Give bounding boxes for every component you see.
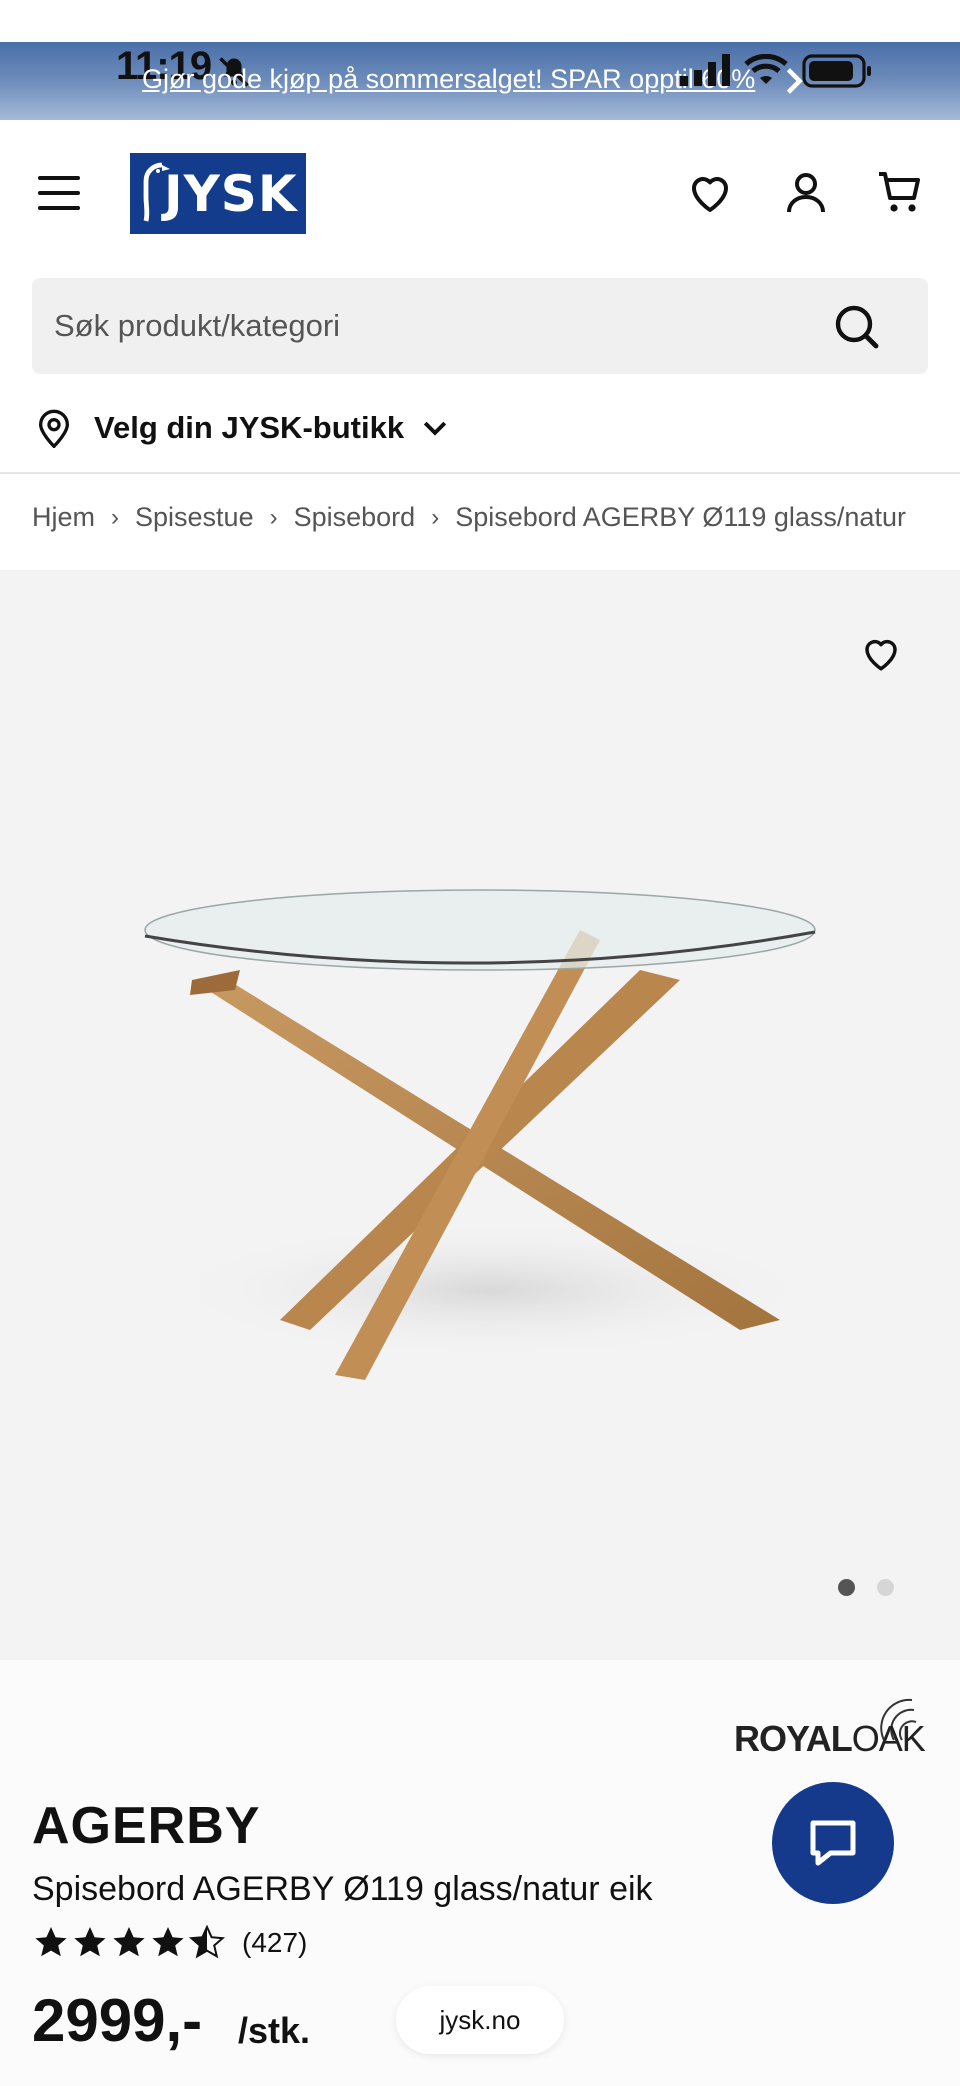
search-bar: [32, 278, 928, 374]
product-details: ROYALOAK AGERBY Spisebord AGERBY Ø119 gl…: [0, 1660, 960, 2086]
account-user-icon[interactable]: [782, 168, 830, 216]
jysk-logo[interactable]: JYSK: [130, 153, 306, 234]
search-input[interactable]: [54, 278, 814, 374]
wifi-icon: [744, 54, 788, 84]
breadcrumb-spisebord[interactable]: Spisebord: [294, 502, 416, 533]
breadcrumb-current: Spisebord AGERBY Ø119 glass/natur: [455, 502, 906, 532]
breadcrumb-separator: ›: [269, 503, 278, 531]
product-image-table: [144, 889, 820, 1380]
rating-stars[interactable]: (427): [32, 1924, 307, 1962]
signal-icon: [680, 54, 730, 86]
brand-name: ROYALOAK: [734, 1718, 926, 1759]
search-icon[interactable]: [832, 302, 880, 350]
menu-button[interactable]: [38, 176, 80, 210]
breadcrumb-separator: ›: [111, 503, 120, 531]
browser-url-bar[interactable]: jysk.no: [396, 1986, 564, 2054]
wishlist-heart-icon[interactable]: [686, 168, 734, 216]
star-rating-icon: [35, 1926, 224, 1958]
product-price: 2999,-: [32, 1987, 203, 2054]
breadcrumb-separator: ›: [431, 503, 440, 531]
carousel-dot-1[interactable]: [838, 1579, 855, 1596]
battery-icon: [802, 54, 871, 88]
store-label: Velg din JYSK-butikk: [94, 410, 405, 445]
carousel-dot-2[interactable]: [877, 1579, 894, 1596]
product-gallery[interactable]: [0, 570, 960, 1660]
chat-bubble-icon: [810, 1820, 856, 1866]
product-description: Spisebord AGERBY Ø119 glass/natur eik: [32, 1870, 653, 1908]
shopping-cart-icon[interactable]: [876, 168, 924, 216]
location-pin-icon: [38, 409, 70, 448]
favorite-heart-icon[interactable]: [860, 632, 902, 674]
breadcrumb-spisestue[interactable]: Spisestue: [135, 502, 254, 533]
breadcrumb: Hjem › Spisestue › Spisebord › Spisebord…: [32, 502, 906, 533]
divider: [0, 472, 960, 474]
bird-logo-icon: [143, 162, 170, 222]
chevron-down-icon: [423, 421, 447, 436]
store-selector[interactable]: Velg din JYSK-butikk: [36, 406, 448, 450]
logo-text: JYSK: [164, 164, 298, 223]
chat-button[interactable]: [772, 1782, 894, 1904]
promo-link[interactable]: Gjør gode kjøp på sommersalget! SPAR opp…: [142, 64, 755, 95]
rating-count: (427): [242, 1927, 308, 1958]
product-name: AGERBY: [32, 1797, 261, 1855]
price-unit: /stk.: [238, 2010, 311, 2051]
breadcrumb-home[interactable]: Hjem: [32, 502, 95, 533]
